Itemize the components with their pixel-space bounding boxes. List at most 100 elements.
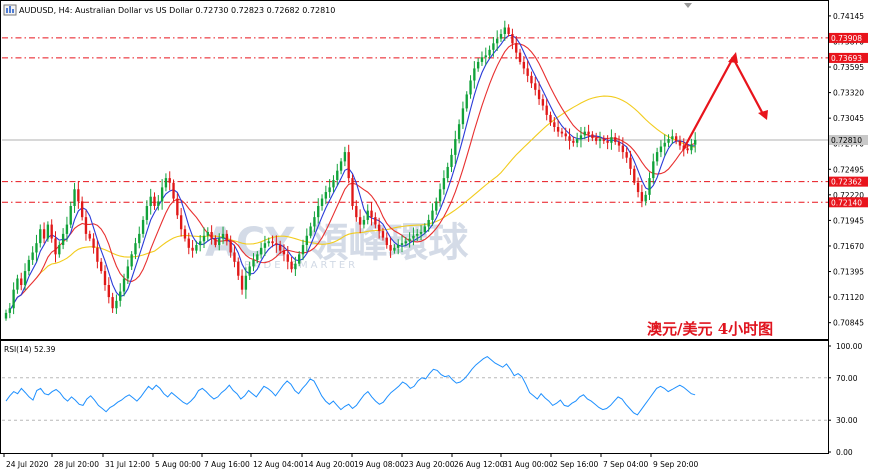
candle-body <box>42 229 46 239</box>
candle-body <box>595 138 598 141</box>
candle-body <box>153 196 156 206</box>
candle-body <box>191 247 194 251</box>
candle-body <box>8 308 11 313</box>
candle-body <box>663 142 666 147</box>
candle-body <box>503 27 506 35</box>
candle-body <box>374 217 377 225</box>
candle-body <box>427 219 430 227</box>
candle-body <box>606 140 609 143</box>
candle-body <box>435 201 438 211</box>
candle-body <box>145 206 149 220</box>
chart-header: AUDUSD, H4: Australian Dollar vs US Doll… <box>3 4 335 16</box>
time-tick-label: 5 Aug 00:00 <box>155 460 201 469</box>
candle-body <box>400 243 404 246</box>
candle-body <box>65 224 69 234</box>
candle-body <box>305 235 308 246</box>
candle-body <box>419 232 423 234</box>
price-tick-label: 0.73045 <box>833 114 864 123</box>
candle-body <box>644 194 647 202</box>
candle-body <box>23 271 27 286</box>
candle-body <box>69 206 72 225</box>
candle-body <box>46 224 50 239</box>
candle-body <box>96 247 99 262</box>
candle-body <box>648 178 651 195</box>
price-axis[interactable]: 0.741450.738700.735950.733200.730450.727… <box>828 12 868 328</box>
candle-body <box>499 34 503 39</box>
candle-body <box>377 224 381 232</box>
time-tick-label: 2 Sep 16:00 <box>553 460 599 469</box>
candle-body <box>130 254 133 267</box>
candle-body <box>248 266 251 276</box>
candle-body <box>202 235 206 242</box>
candle-body <box>160 187 164 202</box>
candle-body <box>12 289 15 309</box>
candle-body <box>602 139 605 141</box>
candle-body <box>332 179 335 188</box>
candle-body <box>138 233 141 244</box>
candle-body <box>267 241 270 244</box>
candle-body <box>313 217 316 227</box>
time-tick-label: 7 Sep 04:00 <box>603 460 649 469</box>
candle-body <box>465 94 468 109</box>
candle-body <box>686 148 689 151</box>
candle-body <box>446 166 449 179</box>
candle-body <box>233 252 236 262</box>
chart-symbol-label: AUDUSD, H4: Australian Dollar vs US Doll… <box>19 6 335 15</box>
candle-body <box>545 105 548 115</box>
price-tick-label: 0.72495 <box>833 165 864 174</box>
candle-body <box>397 245 400 248</box>
candle-body <box>355 206 358 218</box>
candle-body <box>476 61 480 69</box>
candle-body <box>564 133 567 137</box>
candle-body <box>572 140 575 143</box>
candle-body <box>358 217 362 225</box>
candle-body <box>275 243 278 246</box>
price-tick-label: 0.71395 <box>833 268 864 277</box>
candle-body <box>286 254 289 262</box>
candle-body <box>457 124 461 140</box>
candle-body <box>617 141 621 146</box>
time-tick-label: 14 Aug 20:00 <box>304 460 355 469</box>
candle-body <box>103 271 107 286</box>
candle-body <box>294 263 297 270</box>
candle-body <box>579 135 583 140</box>
candle-body <box>218 238 221 246</box>
price-tick-label: 0.71120 <box>833 293 864 302</box>
candle-body <box>141 219 145 234</box>
candle-body <box>412 235 415 239</box>
time-axis[interactable]: 24 Jul 2020 28 Jul 20:00 31 Jul 12:00 5 Aug… <box>3 454 699 469</box>
candle-body <box>507 27 510 35</box>
candle-body <box>568 136 571 141</box>
candle-body <box>27 259 31 272</box>
candle-body <box>347 152 350 179</box>
current-price-tag-label: 0.72810 <box>831 136 862 145</box>
candle-body <box>549 114 552 123</box>
candle-body <box>126 266 130 279</box>
candle-body <box>591 134 594 139</box>
candle-body <box>39 229 42 244</box>
price-level-tag-label: 0.73693 <box>831 54 862 63</box>
price-chart[interactable]: ACY 領峰環球 TRADE SMARTER AUDUSD, H4: Austr… <box>0 0 870 472</box>
candle-body <box>381 231 385 238</box>
price-tick-label: 0.73595 <box>833 63 864 72</box>
candle-body <box>339 161 343 171</box>
candle-body <box>385 237 388 246</box>
candle-body <box>674 136 678 141</box>
candle-body <box>309 226 312 236</box>
candle-body <box>176 198 179 216</box>
price-tick-label: 0.70845 <box>833 319 864 328</box>
candle-body <box>31 252 34 260</box>
candle-body <box>214 238 217 246</box>
candle-body <box>431 210 434 220</box>
time-tick-label: 23 Aug 20:00 <box>404 460 455 469</box>
candle-body <box>583 131 586 136</box>
candle-body <box>4 312 8 319</box>
candle-body <box>199 241 202 246</box>
candle-body <box>164 178 168 188</box>
candle-body <box>84 217 88 234</box>
candle-body <box>408 238 411 242</box>
time-tick-label: 31 Aug 00:00 <box>503 460 554 469</box>
candle-body <box>282 250 286 255</box>
time-tick-label: 26 Aug 12:00 <box>454 460 505 469</box>
candle-body <box>366 210 369 220</box>
